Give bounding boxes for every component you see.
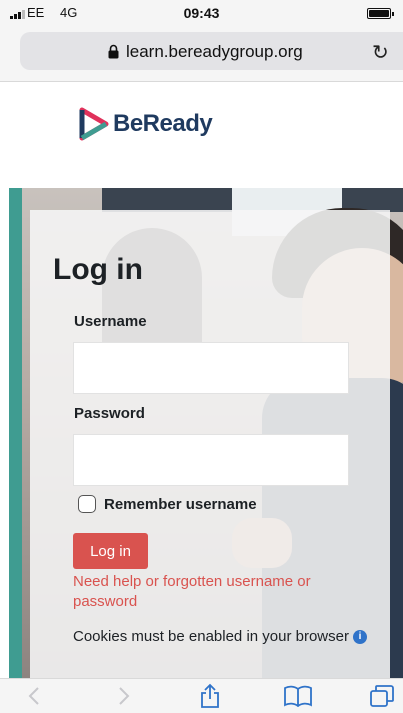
- play-logo-icon: [79, 107, 109, 141]
- cookies-text: Cookies must be enabled in your browser: [73, 628, 349, 645]
- password-label: Password: [74, 405, 145, 422]
- login-button[interactable]: Log in: [73, 533, 148, 569]
- username-label: Username: [74, 313, 147, 330]
- page-title: Log in: [53, 253, 143, 286]
- status-time: 09:43: [183, 5, 220, 21]
- teal-accent-bar: [9, 188, 22, 678]
- back-icon[interactable]: [24, 683, 44, 709]
- cookies-notice: Cookies must be enabled in your browser i: [73, 620, 373, 654]
- remember-username[interactable]: Remember username: [78, 495, 257, 513]
- reload-icon[interactable]: ↻: [372, 40, 389, 65]
- username-field[interactable]: [73, 342, 349, 394]
- share-icon[interactable]: [198, 683, 222, 709]
- site-logo[interactable]: BeReady: [79, 107, 213, 141]
- address-bar[interactable]: learn.bereadygroup.org ↻: [20, 32, 403, 70]
- battery-icon: [367, 8, 394, 19]
- lock-icon: [108, 44, 119, 59]
- tabs-icon[interactable]: [368, 683, 396, 709]
- forward-icon[interactable]: [114, 683, 134, 709]
- browser-address-area: learn.bereadygroup.org ↻: [0, 26, 403, 82]
- remember-label[interactable]: Remember username: [104, 496, 257, 513]
- logo-text: BeReady: [113, 110, 213, 137]
- info-icon[interactable]: i: [352, 630, 367, 645]
- remember-checkbox[interactable]: [78, 495, 96, 513]
- password-field[interactable]: [73, 434, 349, 486]
- bookmarks-icon[interactable]: [282, 683, 314, 709]
- browser-toolbar: [0, 678, 403, 713]
- forgot-password-link[interactable]: Need help or forgotten username or passw…: [73, 572, 373, 612]
- url-text[interactable]: learn.bereadygroup.org: [126, 42, 303, 62]
- status-bar: EE 4G 09:43: [0, 0, 403, 26]
